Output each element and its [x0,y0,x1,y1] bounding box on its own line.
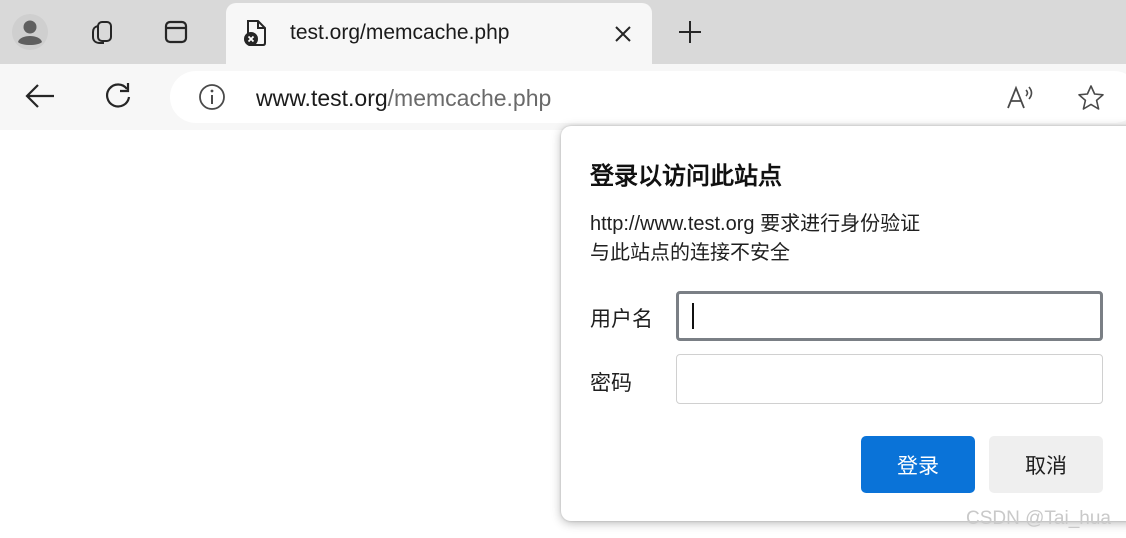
insecure-page-icon [242,19,270,47]
password-field[interactable] [676,354,1103,404]
back-arrow-icon[interactable] [20,76,60,116]
read-aloud-icon[interactable] [1004,81,1038,115]
navigation-toolbar: www.test.org/memcache.php [0,64,1126,130]
refresh-icon[interactable] [98,76,138,116]
info-icon[interactable] [198,83,226,111]
watermark: CSDN @Tai_hua [966,508,1111,529]
plus-icon[interactable] [670,12,710,52]
active-tab[interactable]: test.org/memcache.php [226,3,652,64]
url-text[interactable]: www.test.org/memcache.php [256,85,551,112]
text-caret [692,303,694,329]
cancel-button[interactable]: 取消 [989,436,1103,493]
workspaces-icon[interactable] [82,12,122,52]
password-label: 密码 [590,372,632,395]
tab-actions-icon[interactable] [156,12,196,52]
username-field[interactable] [676,291,1103,341]
url-path: /memcache.php [387,85,552,111]
auth-dialog: 登录以访问此站点 http://www.test.org 要求进行身份验证 与此… [561,126,1126,521]
tab-title: test.org/memcache.php [290,21,510,44]
url-host: www.test.org [256,85,388,111]
tab-strip: test.org/memcache.php [0,0,1126,64]
username-label: 用户名 [590,308,653,331]
login-button[interactable]: 登录 [861,436,975,493]
dialog-title: 登录以访问此站点 [590,163,782,190]
profile-icon[interactable] [10,12,50,52]
star-icon[interactable] [1074,81,1108,115]
close-icon[interactable] [608,19,638,49]
insecure-connection-text: 与此站点的连接不安全 [590,242,790,264]
address-bar[interactable]: www.test.org/memcache.php [170,71,1126,123]
auth-request-text: http://www.test.org 要求进行身份验证 [590,213,921,235]
